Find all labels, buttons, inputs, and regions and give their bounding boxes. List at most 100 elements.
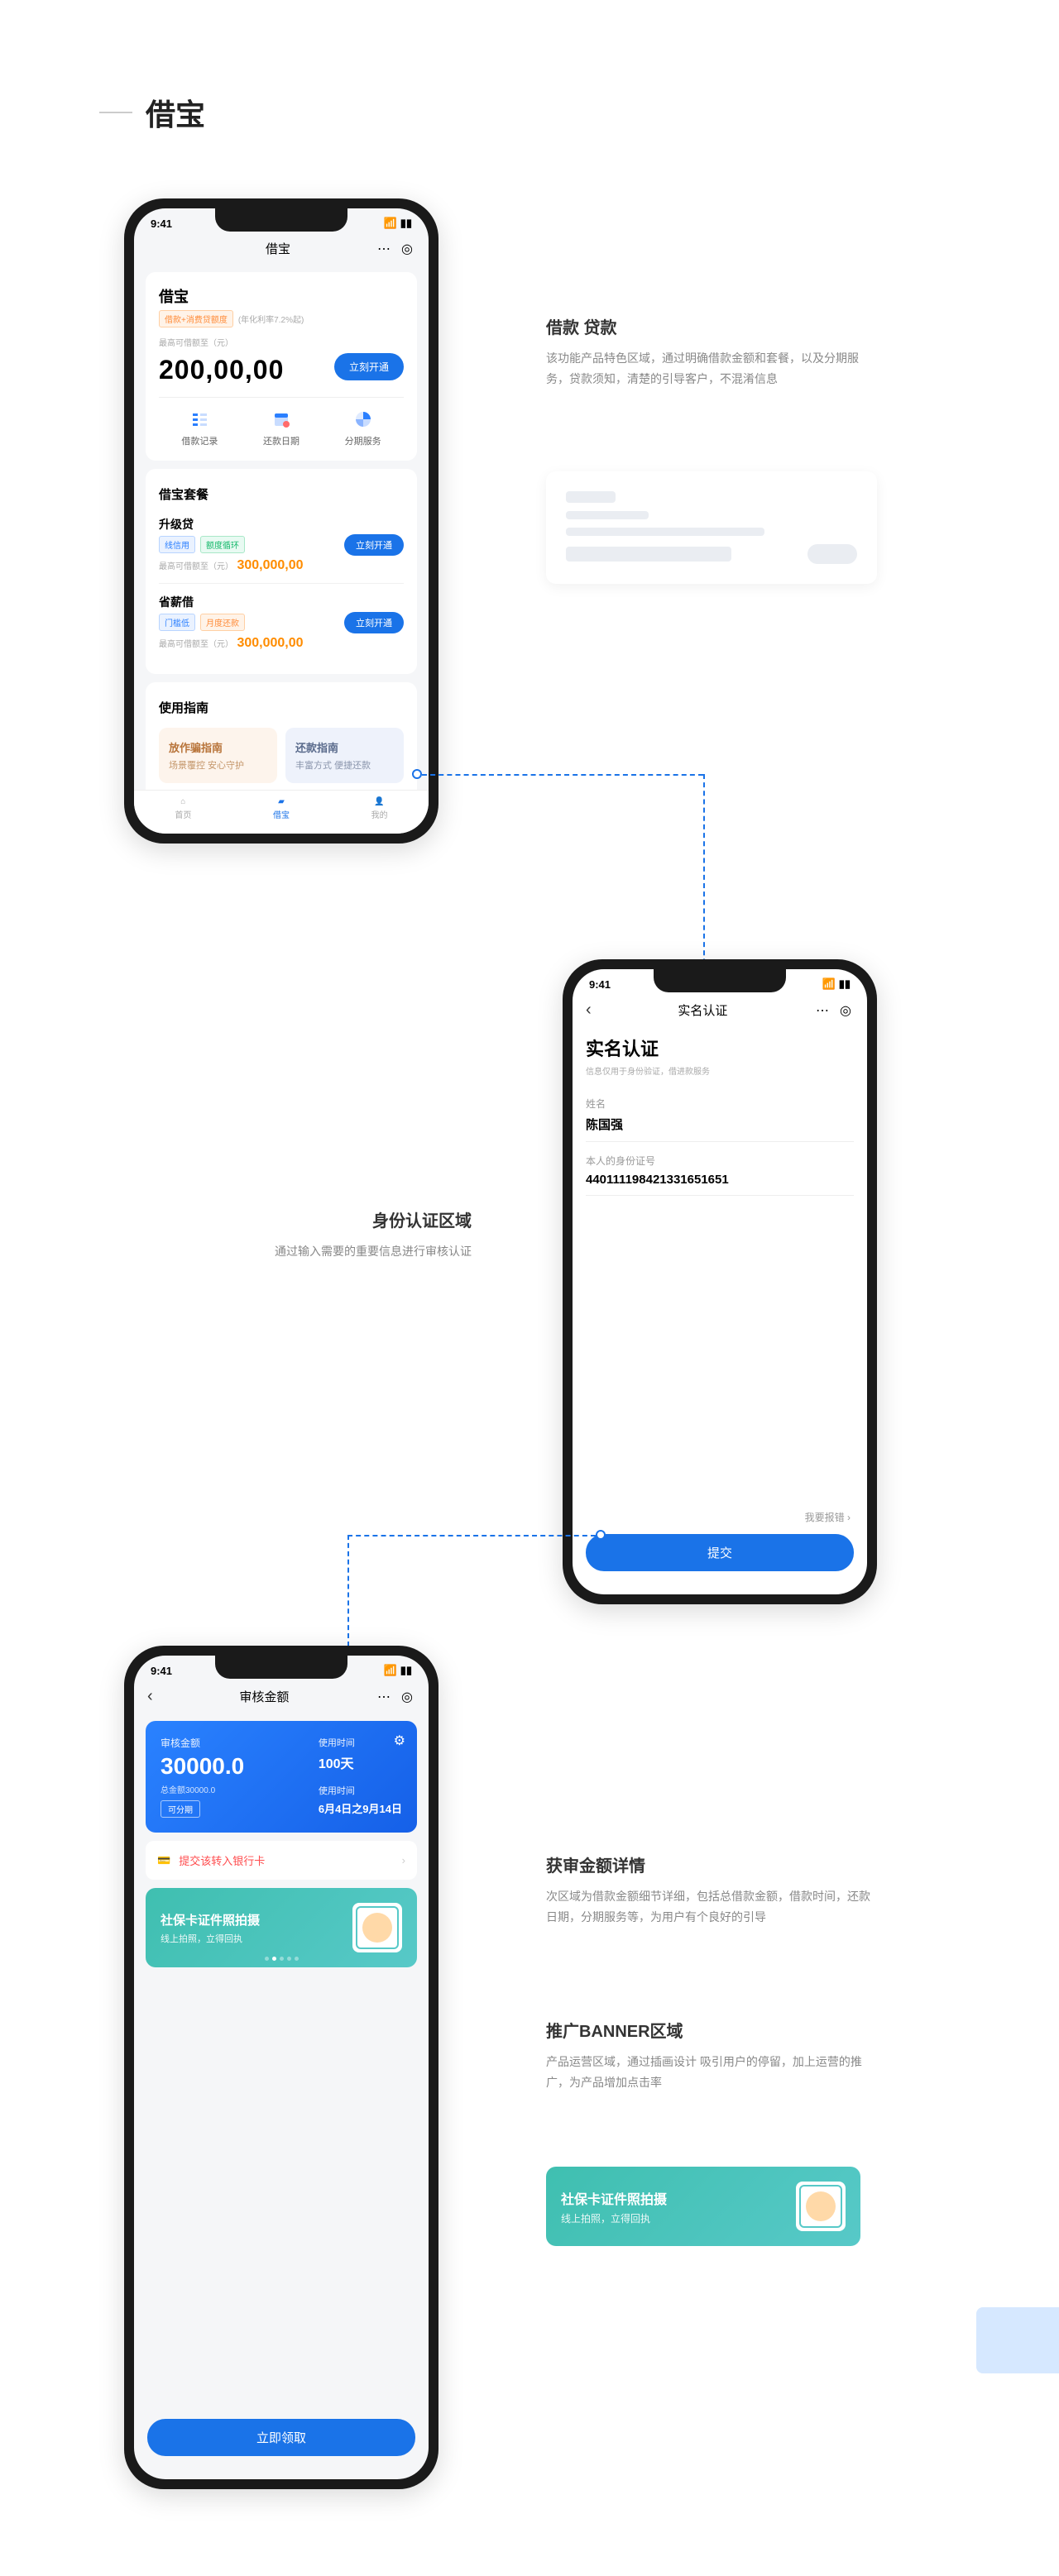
ann2-title: 身份认证区域: [207, 1207, 472, 1231]
wifi-icon: ▮▮: [400, 1664, 412, 1677]
guide1-title: 放作骗指南: [169, 739, 267, 755]
wf-title: [566, 491, 616, 503]
pkg1-tag1: 线信用: [159, 536, 195, 553]
guide1-sub: 场景覆控 安心守护: [169, 758, 267, 772]
more-icon[interactable]: ⋯: [376, 1689, 392, 1705]
banner-title: 社保卡证件照拍摄: [561, 2188, 667, 2208]
name-field[interactable]: 陈国强: [586, 1116, 854, 1142]
target-icon[interactable]: ◎: [837, 1002, 854, 1019]
phone-mockup-identity: 9:41 📶 ▮▮ ‹ 实名认证 ⋯ ◎ 实名认证 信息仅用于身份验证，借进款服…: [563, 959, 877, 1604]
loan-records-item[interactable]: 借款记录: [181, 409, 218, 447]
wf-line1: [566, 528, 764, 536]
loan-type-tag: 借款+消费贷额度: [159, 310, 233, 327]
annotation-approval: 获审金额详情 次区域为借款金额细节详细，包括总借款金额，借款时间，还款日期，分期…: [546, 1852, 877, 1928]
bank-transfer-row[interactable]: 💳 提交该转入银行卡 ›: [146, 1841, 417, 1880]
heading-dash: [99, 112, 132, 113]
phone-mockup-approval: 9:41 📶 ▮▮ ‹ 审核金额 ⋯ ◎ ⚙ 审核金额 30000.0 总金额3…: [124, 1646, 438, 2489]
back-button[interactable]: ‹: [147, 1687, 153, 1706]
submit-button[interactable]: 提交: [586, 1534, 854, 1571]
guide-title: 使用指南: [159, 695, 404, 719]
annotation-loan: 借款 贷款 该功能产品特色区域，通过明确借款金额和套餐，以及分期服务，贷款须知，…: [546, 314, 877, 390]
approval-amount-card: ⚙ 审核金额 30000.0 总金额30000.0 可分期 使用时间 100天 …: [146, 1721, 417, 1833]
back-button[interactable]: ‹: [586, 1001, 592, 1020]
page-heading: 借宝: [99, 91, 205, 134]
guide2-title: 还款指南: [295, 739, 394, 755]
repay-date-item[interactable]: 还款日期: [263, 409, 299, 447]
ann1-text: 该功能产品特色区域，通过明确借款金额和套餐，以及分期服务，贷款须知，清楚的引导客…: [546, 348, 877, 390]
guide-card: 使用指南 放作骗指南 场景覆控 安心守护 还款指南 丰富方式 便捷还款: [146, 682, 417, 800]
promo-banner[interactable]: 社保卡证件照拍摄 线上拍照，立得回执: [146, 1888, 417, 1967]
packages-card: 借宝套餐 升级贷 线信用 额度循环 最高可借额至（元） 300,000,00 立…: [146, 469, 417, 674]
rate-note: (年化利率7.2%起): [238, 313, 304, 325]
standalone-promo-banner[interactable]: 社保卡证件照拍摄 线上拍照，立得回执: [546, 2167, 860, 2246]
annotation-banner: 推广BANNER区域 产品运营区域，通过插画设计 吸引用户的停留，加上运营的推广…: [546, 2018, 877, 2093]
records-label: 借款记录: [181, 434, 218, 447]
pkg2-limit-label: 最高可借额至（元）: [159, 640, 233, 649]
identity-sub: 信息仅用于身份验证，借进款服务: [586, 1064, 854, 1077]
claim-button[interactable]: 立即领取: [147, 2419, 415, 2456]
identity-heading: 实名认证: [586, 1035, 854, 1061]
nav-bar: 借宝 ⋯ ◎: [134, 233, 429, 264]
pie-icon: [353, 409, 373, 429]
installment-item[interactable]: 分期服务: [345, 409, 381, 447]
time-value: 100天: [319, 1752, 402, 1772]
fraud-guide-card[interactable]: 放作骗指南 场景覆控 安心守护: [159, 728, 277, 783]
tab-home[interactable]: ⌂ 首页: [175, 797, 191, 820]
repay-guide-card[interactable]: 还款指南 丰富方式 便捷还款: [285, 728, 404, 783]
records-icon: [189, 409, 209, 429]
id-field[interactable]: 440111198421331651651: [586, 1173, 854, 1196]
tab-mine[interactable]: 👤 我的: [371, 797, 388, 820]
wifi-icon: ▮▮: [400, 217, 412, 230]
nav-title: 审核金额: [239, 1688, 289, 1705]
wf-button: [807, 544, 857, 564]
tab-home-label: 首页: [175, 808, 191, 820]
connector-dot-2a: [596, 1530, 606, 1540]
installment-label: 分期服务: [345, 434, 381, 447]
pkg1-amount: 300,000,00: [237, 558, 303, 572]
nav-bar: ‹ 审核金额 ⋯ ◎: [134, 1680, 429, 1713]
phone-notch: [215, 208, 347, 232]
pkg2-tag2: 月度还款: [200, 614, 245, 631]
calendar-icon: [271, 409, 291, 429]
pkg1-open-button[interactable]: 立刻开通: [344, 534, 404, 556]
report-link[interactable]: 我要报错 ›: [589, 1510, 851, 1524]
packages-title: 借宝套餐: [159, 482, 404, 506]
wireframe-mock: [546, 471, 877, 584]
carousel-dots: [146, 1957, 417, 1961]
phone-notch: [654, 969, 786, 992]
status-time: 9:41: [151, 1665, 172, 1677]
ann2-text: 通过输入需要的重要信息进行审核认证: [207, 1241, 472, 1262]
total-label: 总金额30000.0: [161, 1783, 244, 1795]
date-label: 使用时间: [319, 1784, 402, 1797]
banner-sub: 线上拍照，立得回执: [561, 2211, 667, 2225]
id-label: 本人的身份证号: [586, 1154, 854, 1168]
open-button[interactable]: 立刻开通: [334, 353, 404, 380]
limit-label: 最高可借额至（元）: [159, 336, 404, 348]
signal-icon: 📶: [822, 977, 836, 991]
nav-bar: ‹ 实名认证 ⋯ ◎: [573, 994, 867, 1026]
package-upgrade[interactable]: 升级贷 线信用 额度循环 最高可借额至（元） 300,000,00 立刻开通: [159, 506, 404, 584]
tab-mine-label: 我的: [371, 808, 388, 820]
tab-loan-label: 借宝: [273, 808, 290, 820]
tab-loan[interactable]: ▰ 借宝: [273, 797, 290, 820]
repay-label: 还款日期: [263, 434, 299, 447]
pkg2-amount: 300,000,00: [237, 636, 303, 650]
promo-illustration: [352, 1903, 402, 1952]
more-icon[interactable]: ⋯: [814, 1002, 831, 1019]
pkg1-tag2: 额度循环: [200, 536, 245, 553]
pkg1-limit-label: 最高可借额至（元）: [159, 562, 233, 571]
pkg2-name: 省薪借: [159, 594, 304, 610]
heading-text: 借宝: [146, 91, 205, 134]
banner-illustration: [796, 2182, 846, 2231]
approval-amount: 30000.0: [161, 1753, 244, 1780]
more-icon[interactable]: ⋯: [376, 241, 392, 257]
pkg2-open-button[interactable]: 立刻开通: [344, 612, 404, 633]
nav-title: 借宝: [266, 240, 290, 257]
target-icon[interactable]: ◎: [399, 1689, 415, 1705]
loan-icon: ▰: [278, 797, 285, 806]
package-salary[interactable]: 省薪借 门槛低 月度还款 最高可借额至（元） 300,000,00 立刻开通: [159, 584, 404, 661]
connector-h2: [347, 1535, 596, 1537]
target-icon[interactable]: ◎: [399, 241, 415, 257]
date-value: 6月4日之9月14日: [319, 1800, 402, 1816]
name-label: 姓名: [586, 1097, 854, 1111]
